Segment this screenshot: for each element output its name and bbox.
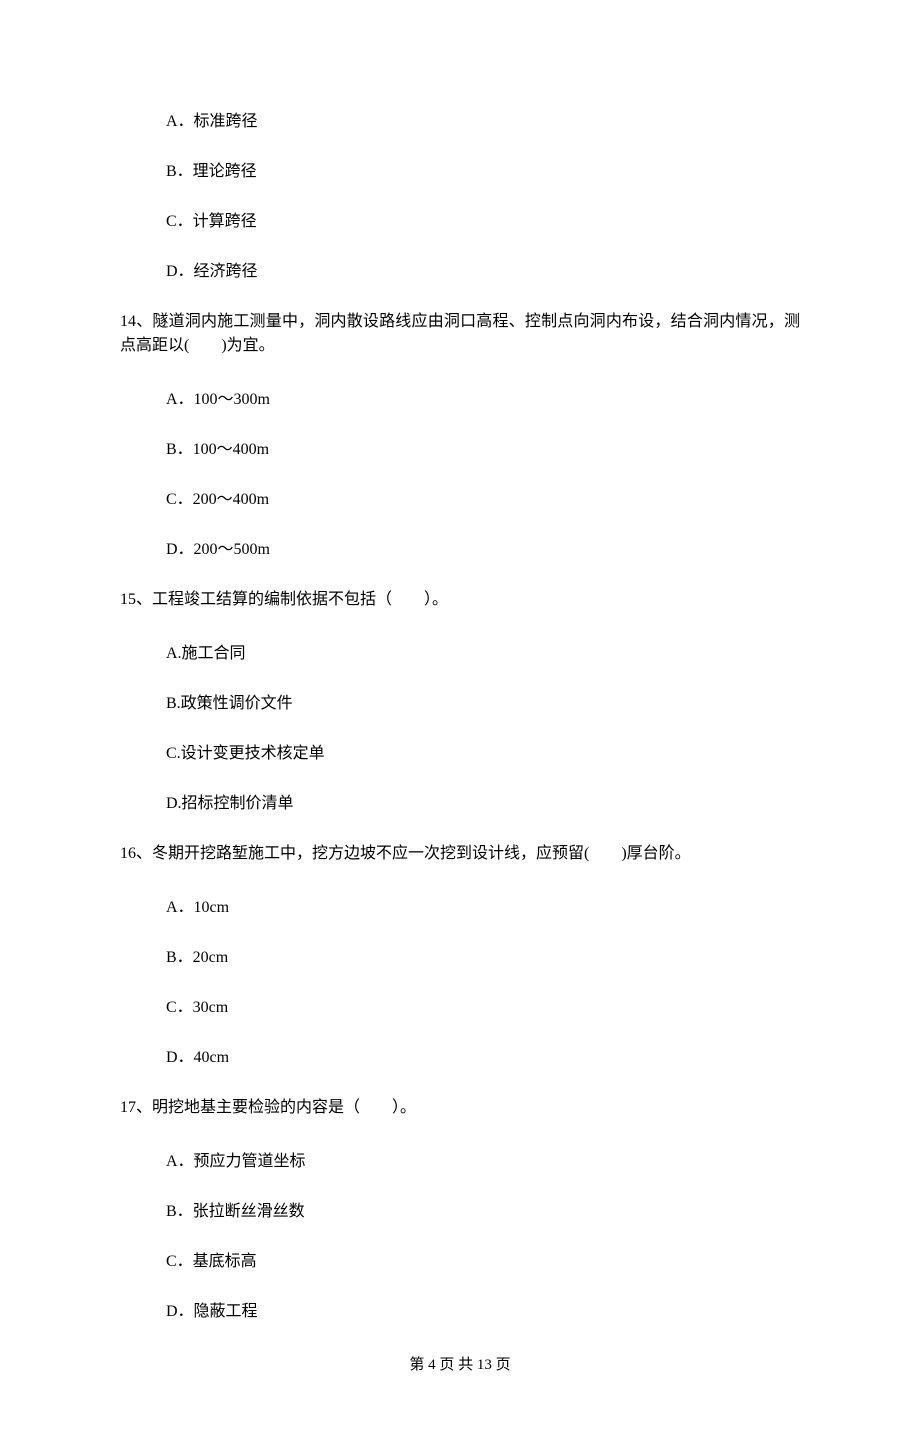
q14-option-a: A．100～300m — [120, 388, 800, 412]
q15-option-c: C.设计变更技术核定单 — [120, 742, 800, 766]
q16-option-b: B．20cm — [120, 946, 800, 970]
q14-option-c: C．200～400m — [120, 488, 800, 512]
q14-option-b: B．100～400m — [120, 438, 800, 462]
q17-option-c: C．基底标高 — [120, 1250, 800, 1274]
q15-stem: 15、工程竣工结算的编制依据不包括（ ）。 — [120, 588, 800, 612]
q16-option-d: D．40cm — [120, 1046, 800, 1070]
q13-option-c: C．计算跨径 — [120, 210, 800, 234]
q15-option-b: B.政策性调价文件 — [120, 692, 800, 716]
q13-option-a: A．标准跨径 — [120, 110, 800, 134]
q14-option-d: D．200～500m — [120, 538, 800, 562]
q16-stem: 16、冬期开挖路堑施工中，挖方边坡不应一次挖到设计线，应预留( )厚台阶。 — [120, 842, 800, 866]
q17-option-a: A．预应力管道坐标 — [120, 1150, 800, 1174]
q15-option-d: D.招标控制价清单 — [120, 792, 800, 816]
q17-option-b: B．张拉断丝滑丝数 — [120, 1200, 800, 1224]
q13-option-d: D．经济跨径 — [120, 260, 800, 284]
q16-option-a: A．10cm — [120, 896, 800, 920]
page-footer: 第 4 页 共 13 页 — [120, 1354, 800, 1377]
q14-stem: 14、隧道洞内施工测量中，洞内散设路线应由洞口高程、控制点向洞内布设，结合洞内情… — [120, 310, 800, 358]
q13-option-b: B．理论跨径 — [120, 160, 800, 184]
q17-stem: 17、明挖地基主要检验的内容是（ ）。 — [120, 1096, 800, 1120]
q16-option-c: C．30cm — [120, 996, 800, 1020]
q17-option-d: D．隐蔽工程 — [120, 1300, 800, 1324]
q15-option-a: A.施工合同 — [120, 642, 800, 666]
